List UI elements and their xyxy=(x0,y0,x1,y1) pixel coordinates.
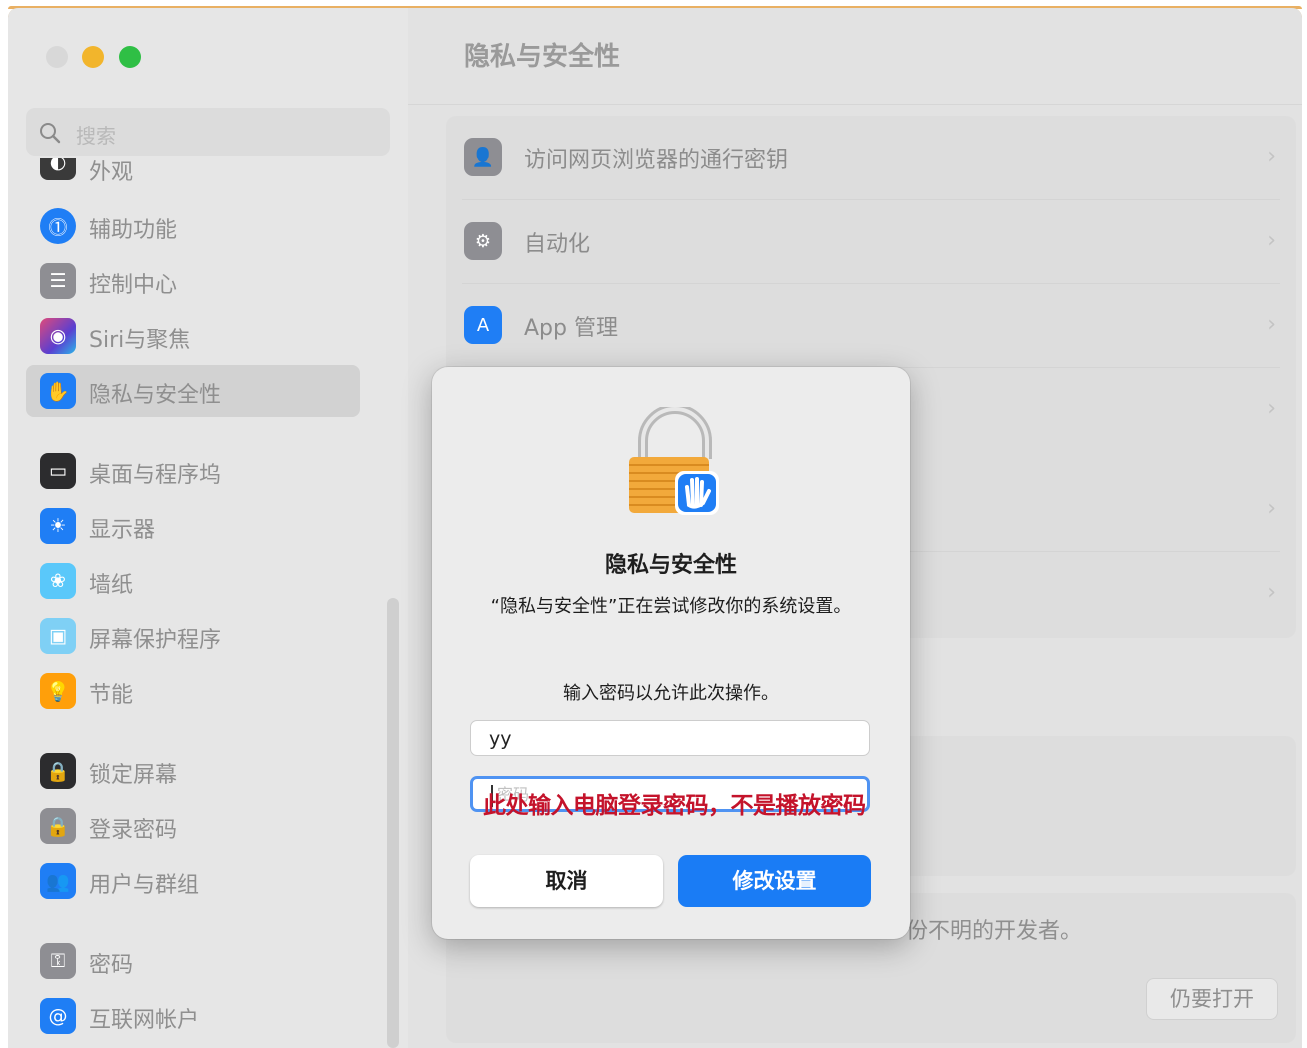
sidebar-item-label: 墙纸 xyxy=(89,573,134,598)
sidebar-item-label: 控制中心 xyxy=(89,273,178,298)
sidebar-item-control-center[interactable]: ☰ 控制中心 xyxy=(26,255,360,307)
chevron-right-icon: › xyxy=(1267,580,1276,605)
accessibility-icon: ⓵ xyxy=(40,208,76,244)
row-label: App 管理 xyxy=(524,316,618,341)
energy-icon: 💡 xyxy=(40,673,76,709)
open-anyway-button[interactable]: 仍要打开 xyxy=(1146,978,1278,1020)
row-app-management[interactable]: A App 管理 › xyxy=(446,284,1296,367)
sidebar-item-label: Siri与聚焦 xyxy=(89,328,191,353)
zoom-button[interactable] xyxy=(119,46,141,68)
sidebar-item-label: 桌面与程序坞 xyxy=(89,463,222,488)
title-divider xyxy=(408,104,1302,105)
sidebar-item-label: 隐私与安全性 xyxy=(89,383,222,408)
cancel-button[interactable]: 取消 xyxy=(470,855,663,907)
chevron-right-icon: › xyxy=(1267,396,1276,421)
sidebar-item-accessibility[interactable]: ⓵ 辅助功能 xyxy=(26,200,360,252)
auth-dialog: 隐私与安全性 “隐私与安全性”正在尝试修改你的系统设置。 输入密码以允许此次操作… xyxy=(432,367,910,939)
sidebar-item-passwords[interactable]: ⚿ 密码 xyxy=(26,935,360,987)
automation-icon: ⚙ xyxy=(464,222,502,260)
row-label: 自动化 xyxy=(524,232,591,257)
dialog-prompt: 输入密码以允许此次操作。 xyxy=(563,683,779,704)
wallpaper-icon: ❀ xyxy=(40,563,76,599)
lock-icon xyxy=(625,404,725,517)
sidebar-item-wallpaper[interactable]: ❀ 墙纸 xyxy=(26,555,360,607)
annotation-text: 此处输入电脑登录密码，不是播放密码 xyxy=(483,792,866,819)
sidebar-item-label: 节能 xyxy=(89,683,134,708)
users-groups-icon: 👥 xyxy=(40,863,76,899)
sidebar-item-label: 显示器 xyxy=(89,518,156,543)
control-center-icon: ☰ xyxy=(40,263,76,299)
sidebar: 搜索 ◐ 外观 ⓵ 辅助功能 ☰ 控制中心 ◉ Siri与聚焦 ✋ 隐私与安全性… xyxy=(8,8,408,1048)
sidebar-item-label: 用户与群组 xyxy=(89,873,200,898)
sidebar-item-displays[interactable]: ☀ 显示器 xyxy=(26,500,360,552)
sidebar-item-screensaver[interactable]: ▣ 屏幕保护程序 xyxy=(26,610,360,662)
lock-screen-icon: 🔒 xyxy=(40,753,76,789)
dialog-title: 隐私与安全性 xyxy=(604,553,737,578)
internet-accounts-icon: @ xyxy=(40,998,76,1034)
search-placeholder: 搜索 xyxy=(76,124,116,148)
dialog-message: “隐私与安全性”正在尝试修改你的系统设置。 xyxy=(490,596,852,617)
sidebar-item-label: 锁定屏幕 xyxy=(89,763,178,788)
page-title: 隐私与安全性 xyxy=(464,42,621,72)
display-icon: ☀ xyxy=(40,508,76,544)
sidebar-item-label: 屏幕保护程序 xyxy=(89,628,222,653)
sidebar-item-login-password[interactable]: 🔒 登录密码 xyxy=(26,800,360,852)
sidebar-item-internet-accounts[interactable]: @ 互联网帐户 xyxy=(26,990,360,1042)
sidebar-item-label: 密码 xyxy=(89,953,134,978)
app-store-icon: A xyxy=(464,306,502,344)
close-button[interactable] xyxy=(46,46,68,68)
row-label: 访问网页浏览器的通行密钥 xyxy=(524,148,789,173)
siri-icon: ◉ xyxy=(40,318,76,354)
search-field[interactable]: 搜索 xyxy=(26,108,390,156)
sidebar-item-siri[interactable]: ◉ Siri与聚焦 xyxy=(26,310,360,362)
sidebar-item-label: 外观 xyxy=(89,160,134,185)
sidebar-item-label: 登录密码 xyxy=(89,818,178,843)
sidebar-item-dock[interactable]: ▭ 桌面与程序坞 xyxy=(26,445,360,497)
passkeys-icon: 👤 xyxy=(464,138,502,176)
chevron-right-icon: › xyxy=(1267,144,1276,169)
sidebar-item-energy[interactable]: 💡 节能 xyxy=(26,665,360,717)
chevron-right-icon: › xyxy=(1267,312,1276,337)
screensaver-icon: ▣ xyxy=(40,618,76,654)
row-automation[interactable]: ⚙ 自动化 › xyxy=(446,200,1296,283)
privacy-hand-icon: ✋ xyxy=(40,373,76,409)
sidebar-item-label: 辅助功能 xyxy=(89,218,178,243)
sidebar-scrollbar[interactable] xyxy=(387,598,399,1048)
username-field[interactable]: yy xyxy=(470,720,870,756)
sidebar-item-users-groups[interactable]: 👥 用户与群组 xyxy=(26,855,360,907)
unidentified-developer-text: 份不明的开发者。 xyxy=(906,919,1083,944)
modify-settings-button[interactable]: 修改设置 xyxy=(678,855,871,907)
chevron-right-icon: › xyxy=(1267,496,1276,521)
chevron-right-icon: › xyxy=(1267,228,1276,253)
search-icon xyxy=(40,123,61,144)
minimize-button[interactable] xyxy=(82,46,104,68)
sidebar-item-privacy[interactable]: ✋ 隐私与安全性 xyxy=(26,365,360,417)
row-passkeys[interactable]: 👤 访问网页浏览器的通行密钥 › xyxy=(446,116,1296,199)
sidebar-item-label: 互联网帐户 xyxy=(89,1008,200,1033)
key-icon: ⚿ xyxy=(40,943,76,979)
dock-icon: ▭ xyxy=(40,453,76,489)
login-password-icon: 🔒 xyxy=(40,808,76,844)
sidebar-item-lock-screen[interactable]: 🔒 锁定屏幕 xyxy=(26,745,360,797)
appearance-icon: ◐ xyxy=(40,158,76,180)
sidebar-item-appearance[interactable]: ◐ 外观 xyxy=(26,158,360,188)
